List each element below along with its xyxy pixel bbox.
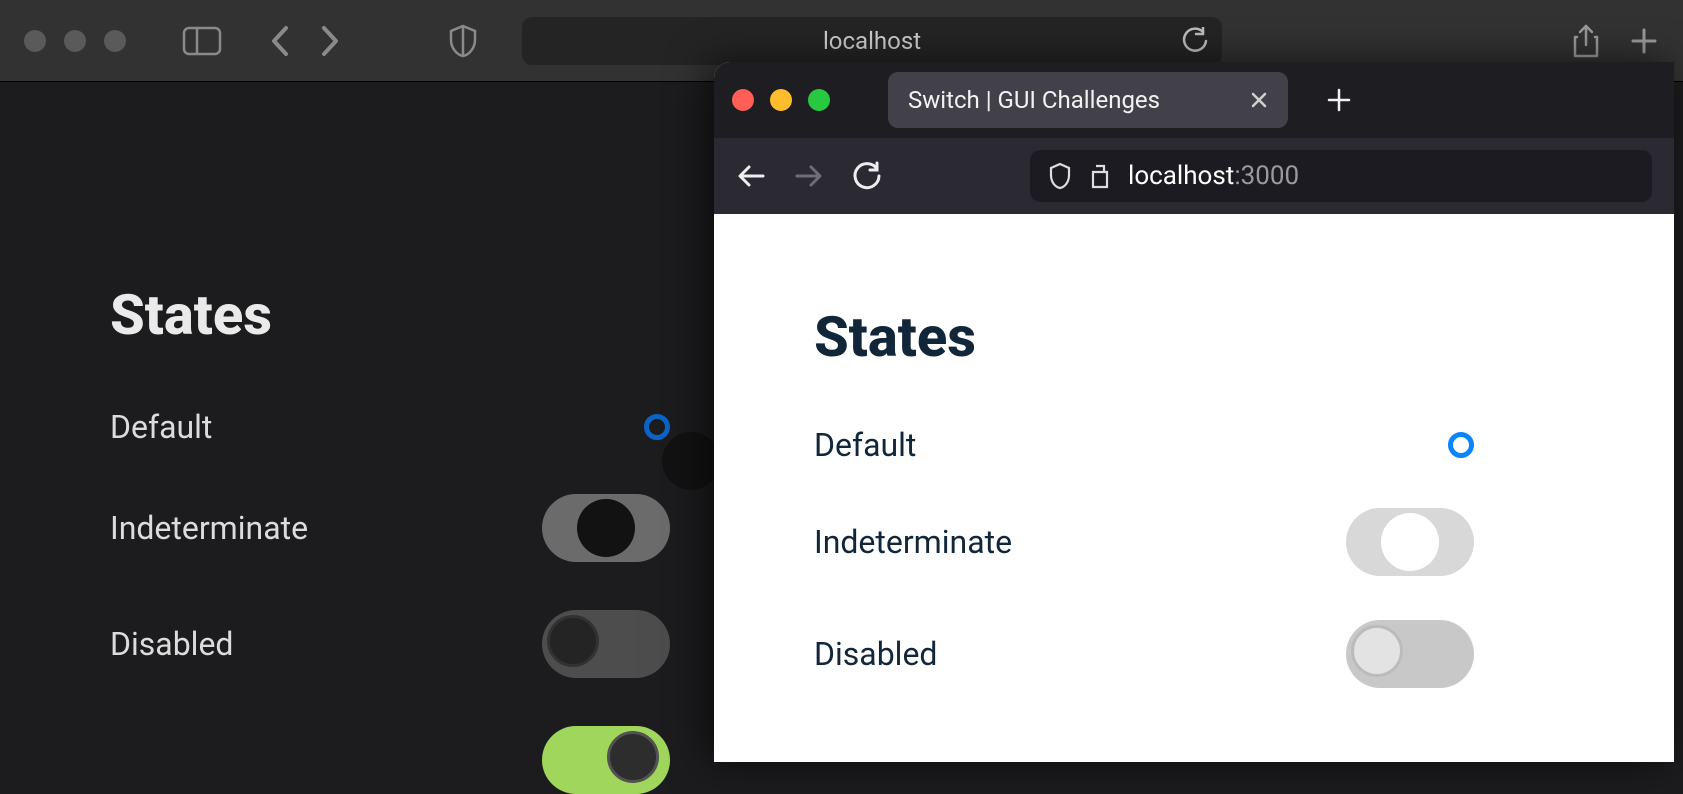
state-label: Disabled: [814, 635, 937, 673]
switch-checked[interactable]: [542, 726, 670, 794]
state-label: Indeterminate: [814, 523, 1012, 561]
switch-thumb: [547, 615, 599, 667]
state-label: Default: [110, 408, 212, 446]
state-row-indeterminate: Indeterminate: [814, 508, 1474, 576]
state-row-indeterminate: Indeterminate: [110, 494, 670, 562]
back-button-icon[interactable]: [268, 24, 290, 58]
state-row-default: Default: [110, 408, 670, 446]
firefox-tab-bar: Switch | GUI Challenges: [714, 62, 1674, 138]
fullscreen-window-button[interactable]: [808, 89, 830, 111]
security-shield-icon[interactable]: [1048, 162, 1072, 190]
reload-icon[interactable]: [1182, 27, 1208, 55]
firefox-address-bar[interactable]: localhost:3000: [1030, 150, 1652, 202]
browser-tab[interactable]: Switch | GUI Challenges: [888, 72, 1288, 128]
switch-thumb: [1351, 625, 1403, 677]
new-tab-icon[interactable]: [1326, 87, 1352, 113]
minimize-window-button[interactable]: [770, 89, 792, 111]
safari-nav: [268, 24, 342, 58]
switch-disabled: [1346, 620, 1474, 688]
switch-thumb: [577, 499, 635, 557]
sidebar-toggle-icon[interactable]: [182, 26, 222, 56]
switch-indeterminate[interactable]: [542, 494, 670, 562]
state-label: Indeterminate: [110, 509, 308, 547]
state-row-disabled: Disabled: [814, 620, 1474, 688]
forward-button-icon: [794, 163, 824, 189]
new-tab-icon[interactable]: [1629, 26, 1659, 56]
fullscreen-window-button[interactable]: [104, 30, 126, 52]
focus-ring: [1448, 432, 1474, 458]
switch-indeterminate[interactable]: [1346, 508, 1474, 576]
state-row-partial: [110, 726, 670, 794]
minimize-window-button[interactable]: [64, 30, 86, 52]
back-button-icon[interactable]: [736, 163, 766, 189]
firefox-page-content: States Default Indeterminate Disabled: [714, 214, 1674, 762]
firefox-traffic-lights: [732, 89, 830, 111]
forward-button-icon[interactable]: [320, 24, 342, 58]
switch-thumb: [607, 731, 659, 783]
tab-title: Switch | GUI Challenges: [908, 86, 1160, 114]
state-row-disabled: Disabled: [110, 610, 670, 678]
switch-disabled: [542, 610, 670, 678]
page-heading: States: [814, 304, 1674, 370]
safari-url-text: localhost: [823, 27, 921, 55]
close-window-button[interactable]: [732, 89, 754, 111]
privacy-shield-icon[interactable]: [448, 24, 478, 58]
switch-thumb: [1381, 513, 1439, 571]
url-host: localhost: [1128, 161, 1234, 191]
firefox-toolbar: localhost:3000: [714, 138, 1674, 214]
firefox-window: Switch | GUI Challenges localh: [714, 62, 1674, 762]
switch-thumb: [662, 432, 720, 490]
close-window-button[interactable]: [24, 30, 46, 52]
reload-icon[interactable]: [852, 161, 882, 191]
site-info-icon[interactable]: [1088, 162, 1112, 190]
state-row-default: Default: [814, 426, 1474, 464]
switch-thumb: [1466, 450, 1524, 508]
safari-address-bar[interactable]: localhost: [522, 17, 1222, 65]
state-label: Disabled: [110, 625, 233, 663]
url-port: :3000: [1234, 161, 1299, 191]
state-label: Default: [814, 426, 916, 464]
safari-traffic-lights: [24, 30, 126, 52]
close-tab-icon[interactable]: [1250, 91, 1268, 109]
focus-ring: [644, 414, 670, 440]
share-icon[interactable]: [1571, 23, 1601, 59]
